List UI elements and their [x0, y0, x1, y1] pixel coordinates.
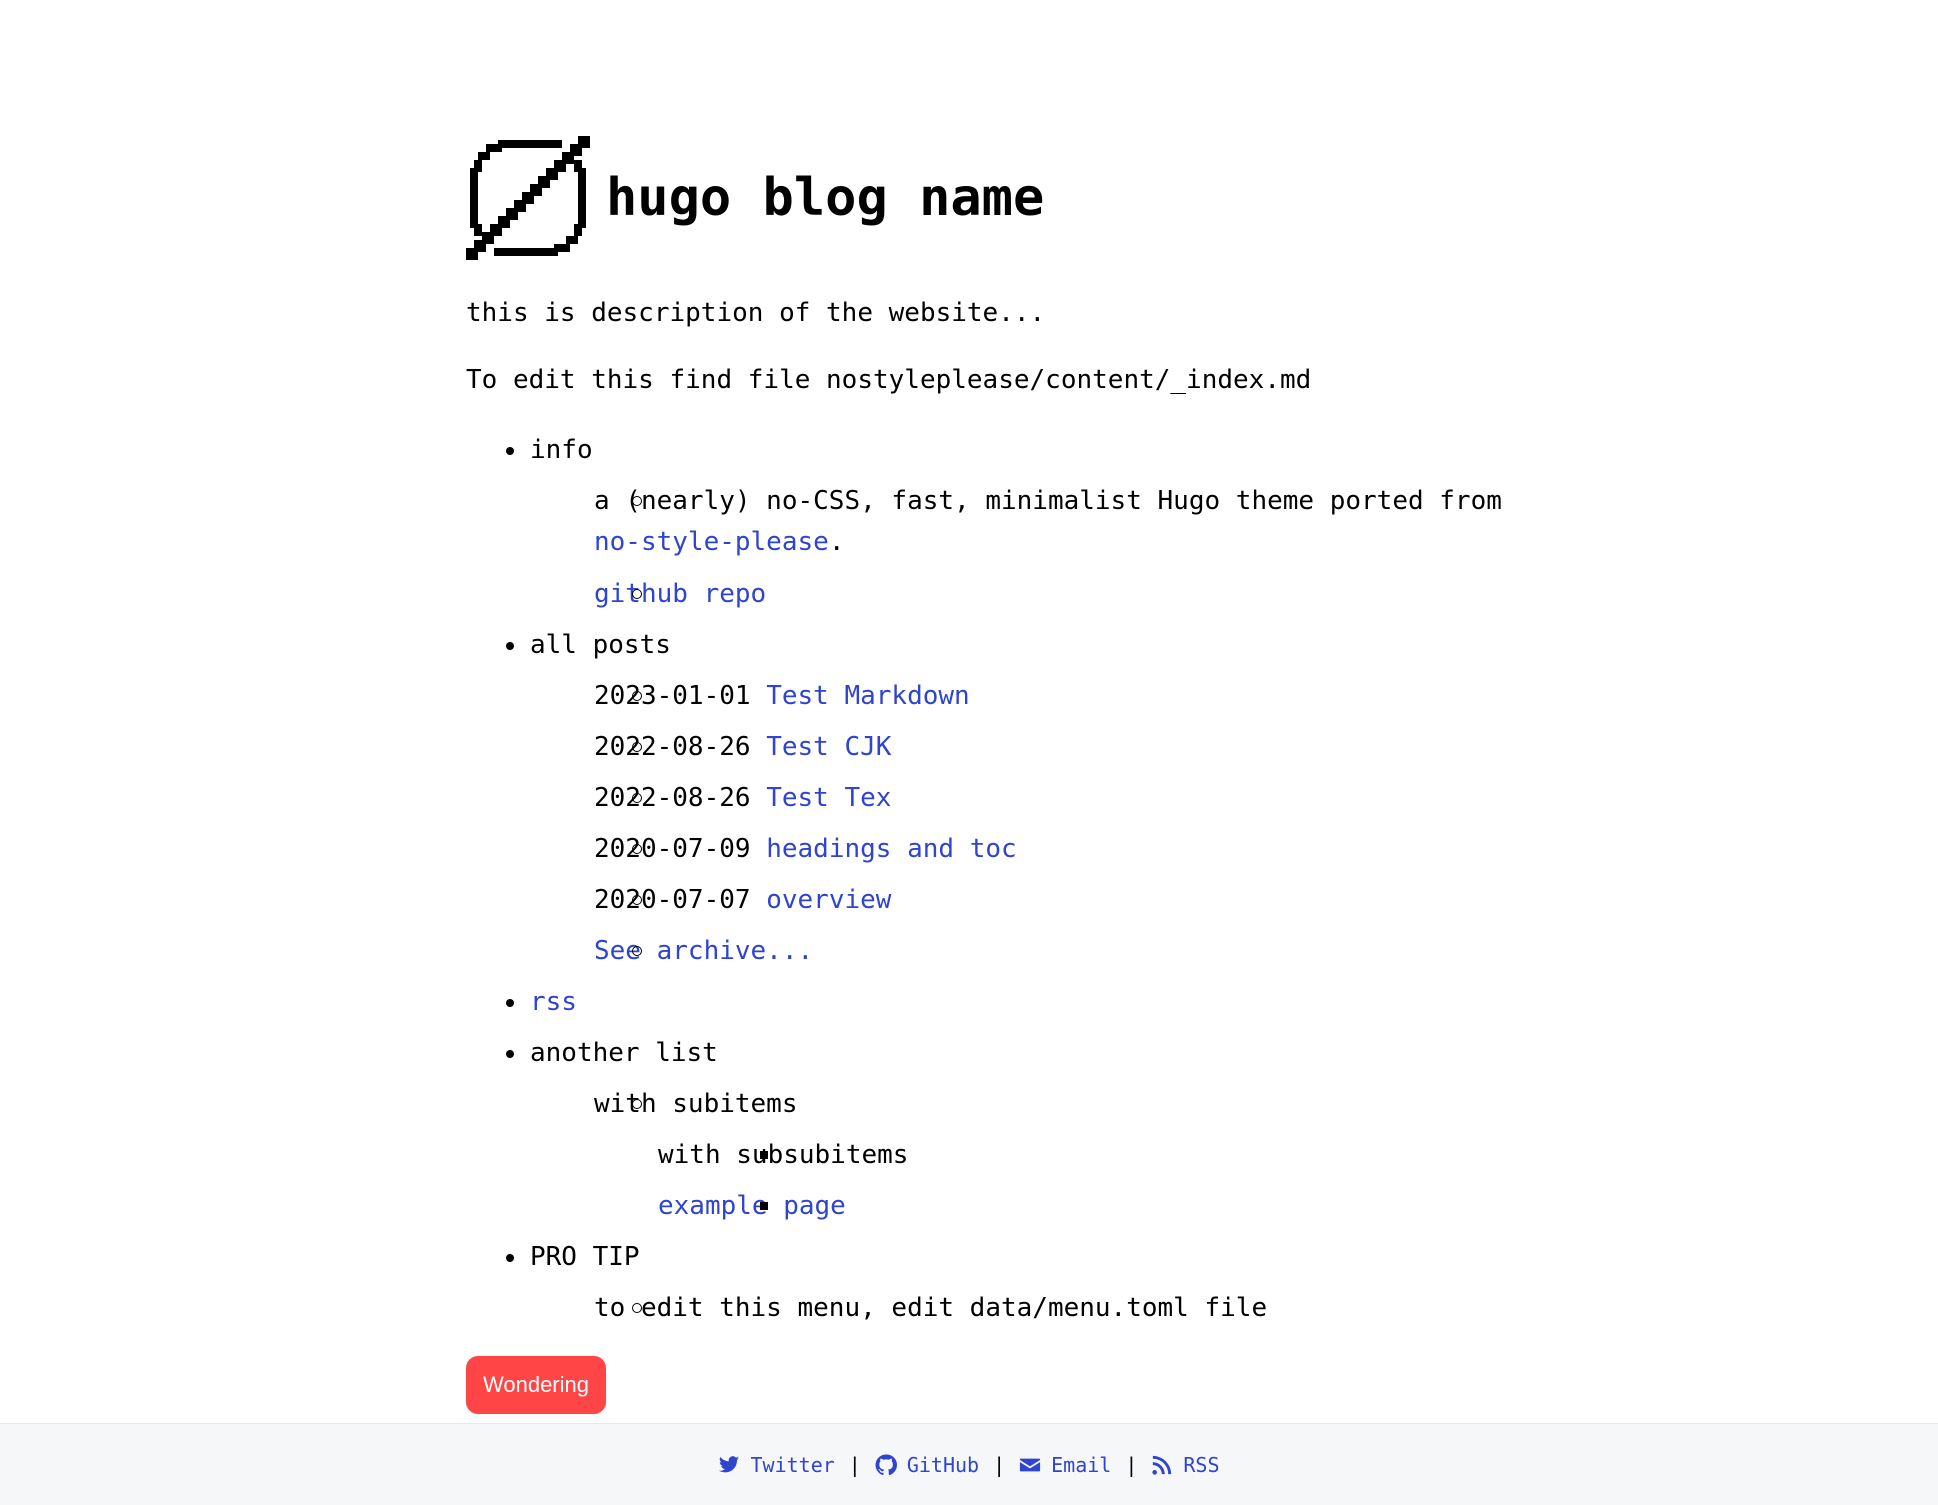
- circle-bullet: [632, 1099, 642, 1109]
- twitter-label: Twitter: [750, 1452, 835, 1477]
- menu-item-another-list: another list with subitems with subsubit…: [466, 1033, 1566, 1226]
- post-link[interactable]: headings and toc: [766, 834, 1016, 864]
- menu-item-all-posts: all posts 2023-01-01 Test Markdown 2022-…: [466, 625, 1566, 971]
- theme-description: a (nearly) no-CSS, fast, minimalist Hugo…: [594, 486, 1502, 516]
- email-label: Email: [1051, 1452, 1112, 1477]
- main-menu: info a (nearly) no-CSS, fast, minimalist…: [466, 430, 1566, 1328]
- circle-bullet: [632, 844, 642, 854]
- list-item: with subitems with subsubitems example p…: [530, 1084, 1566, 1226]
- post-item: 2022-08-26 Test CJK: [530, 727, 1566, 767]
- subsubitem-label: with subsubitems: [658, 1140, 909, 1170]
- square-bullet: [760, 1202, 768, 1210]
- pro-tip-text: to edit this menu, edit data/menu.toml f…: [594, 1293, 1268, 1323]
- github-repo-link[interactable]: github repo: [594, 579, 766, 609]
- example-page-link[interactable]: example page: [658, 1191, 846, 1221]
- rss-link[interactable]: rss: [530, 987, 577, 1017]
- circle-bullet: [632, 793, 642, 803]
- twitter-icon: [719, 1455, 740, 1472]
- disc-bullet: [506, 1254, 514, 1262]
- menu-item-pro-tip: PRO TIP to edit this menu, edit data/men…: [466, 1237, 1566, 1328]
- square-bullet: [760, 1151, 768, 1159]
- circle-bullet: [632, 496, 642, 506]
- disc-bullet: [506, 642, 514, 650]
- disc-bullet: [506, 447, 514, 455]
- circle-bullet: [632, 589, 642, 599]
- main-content: hugo blog name this is description of th…: [466, 136, 1566, 1339]
- wondering-button[interactable]: Wondering: [466, 1356, 606, 1414]
- post-link[interactable]: Test Markdown: [766, 681, 970, 711]
- list-item: a (nearly) no-CSS, fast, minimalist Hugo…: [530, 481, 1566, 563]
- disc-bullet: [506, 999, 514, 1007]
- menu-item-info: info a (nearly) no-CSS, fast, minimalist…: [466, 430, 1566, 614]
- post-item: 2022-08-26 Test Tex: [530, 778, 1566, 818]
- rss-label: RSS: [1183, 1452, 1220, 1477]
- footer-email-link[interactable]: Email: [1019, 1453, 1111, 1477]
- no-style-please-link[interactable]: no-style-please: [594, 527, 829, 557]
- footer-separator: |: [1125, 1452, 1138, 1477]
- footer: Twitter | GitHub | Email | RSS: [0, 1423, 1938, 1505]
- circle-bullet: [632, 1303, 642, 1313]
- list-item: github repo: [530, 574, 1566, 614]
- post-item: 2020-07-09 headings and toc: [530, 829, 1566, 869]
- post-date: 2023-01-01: [594, 681, 751, 711]
- footer-twitter-link[interactable]: Twitter: [718, 1452, 835, 1477]
- subitem-label: with subitems: [594, 1089, 798, 1119]
- subsubmenu: with subsubitems example page: [594, 1135, 1566, 1226]
- submenu-info: a (nearly) no-CSS, fast, minimalist Hugo…: [530, 481, 1566, 614]
- menu-item-label: all posts: [530, 630, 671, 660]
- post-list: 2023-01-01 Test Markdown 2022-08-26 Test…: [530, 676, 1566, 971]
- list-item: example page: [594, 1186, 1566, 1226]
- circle-bullet: [632, 895, 642, 905]
- see-archive-link[interactable]: See archive...: [594, 936, 813, 966]
- site-description: this is description of the website...: [466, 298, 1046, 328]
- circle-bullet: [632, 946, 642, 956]
- disc-bullet: [506, 1050, 514, 1058]
- footer-separator: |: [848, 1452, 861, 1477]
- submenu-another: with subitems with subsubitems example p…: [530, 1084, 1566, 1226]
- post-date: 2022-08-26: [594, 783, 751, 813]
- footer-github-link[interactable]: GitHub: [875, 1453, 979, 1477]
- menu-item-label: PRO TIP: [530, 1242, 640, 1272]
- site-title: hugo blog name: [606, 168, 1045, 228]
- menu-item-label: info: [530, 435, 593, 465]
- menu-item-rss: rss: [466, 982, 1566, 1022]
- post-date: 2020-07-07: [594, 885, 751, 915]
- post-link[interactable]: Test CJK: [766, 732, 891, 762]
- footer-separator: |: [993, 1452, 1006, 1477]
- rss-icon: [1152, 1455, 1172, 1475]
- post-date: 2022-08-26: [594, 732, 751, 762]
- circle-bullet: [632, 691, 642, 701]
- post-link[interactable]: overview: [766, 885, 891, 915]
- envelope-icon: [1020, 1458, 1041, 1471]
- slashed-circle-icon: [466, 136, 590, 260]
- menu-item-label: another list: [530, 1038, 718, 1068]
- site-header: hugo blog name: [466, 136, 1566, 260]
- list-item: to edit this menu, edit data/menu.toml f…: [530, 1288, 1566, 1328]
- list-item: See archive...: [530, 931, 1566, 971]
- circle-bullet: [632, 742, 642, 752]
- period: .: [828, 527, 845, 557]
- github-label: GitHub: [906, 1452, 980, 1477]
- home-logo-link[interactable]: [466, 136, 590, 260]
- post-link[interactable]: Test Tex: [766, 783, 891, 813]
- github-icon: [875, 1453, 897, 1475]
- submenu-pro-tip: to edit this menu, edit data/menu.toml f…: [530, 1288, 1566, 1328]
- post-date: 2020-07-09: [594, 834, 751, 864]
- footer-rss-link[interactable]: RSS: [1151, 1452, 1220, 1477]
- post-item: 2023-01-01 Test Markdown: [530, 676, 1566, 716]
- list-item: with subsubitems: [594, 1135, 1566, 1175]
- edit-hint: To edit this find file nostyleplease/con…: [466, 365, 1312, 395]
- post-item: 2020-07-07 overview: [530, 880, 1566, 920]
